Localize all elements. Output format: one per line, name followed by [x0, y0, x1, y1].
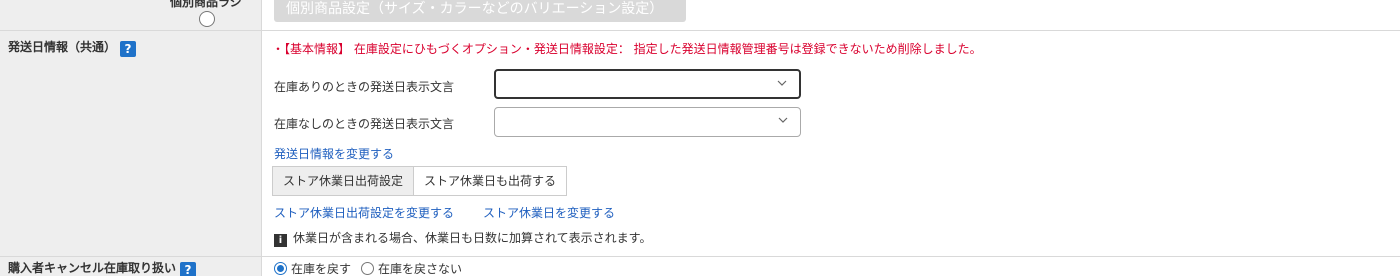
holiday-info: i 休業日が含まれる場合、休業日も日数に加算されて表示されます。: [274, 229, 651, 247]
chevron-down-icon: [778, 117, 788, 123]
holiday-shipping-value: ストア休業日も出荷する: [414, 167, 567, 195]
cancel-value-cell: 在庫を戻す 在庫を戻さない: [262, 257, 1400, 276]
variation-row: 個別商品ラジ 個別商品設定（サイズ・カラーなどのバリエーション設定）: [0, 0, 1400, 31]
variation-label-cell: 個別商品ラジ: [0, 0, 262, 30]
shipping-value-cell: ・【基本情報】 在庫設定にひもづくオプション・発送日情報設定： 指定した発送日情…: [262, 31, 1400, 256]
out-stock-select[interactable]: [494, 107, 801, 137]
holiday-shipping-key: ストア休業日出荷設定: [273, 167, 415, 195]
variation-settings-button[interactable]: 個別商品設定（サイズ・カラーなどのバリエーション設定）: [274, 0, 686, 22]
cancel-label-wrap: 購入者キャンセル在庫取り扱い?: [8, 259, 197, 276]
cancel-radio-group: 在庫を戻す 在庫を戻さない: [274, 260, 472, 276]
shipping-info-row: 発送日情報（共通）? ・【基本情報】 在庫設定にひもづくオプション・発送日情報設…: [0, 31, 1400, 257]
shipping-label: 発送日情報（共通）: [8, 40, 117, 54]
return-stock-radio[interactable]: [274, 262, 287, 275]
no-return-stock-radio[interactable]: [361, 262, 375, 275]
info-icon: i: [274, 234, 287, 247]
no-return-stock-label[interactable]: 在庫を戻さない: [378, 260, 462, 276]
change-shipping-link[interactable]: 発送日情報を変更する: [274, 145, 394, 162]
in-stock-label: 在庫ありのときの発送日表示文言: [274, 80, 455, 94]
cancel-stock-row: 購入者キャンセル在庫取り扱い? 在庫を戻す 在庫を戻さない: [0, 257, 1400, 276]
holiday-shipping-box: ストア休業日出荷設定 ストア休業日も出荷する: [272, 166, 568, 196]
holiday-info-text: 休業日が含まれる場合、休業日も日数に加算されて表示されます。: [293, 231, 652, 245]
cancel-label-cell: 購入者キャンセル在庫取り扱い?: [0, 257, 262, 276]
shipping-label-cell: 発送日情報（共通）?: [0, 31, 262, 256]
in-stock-select[interactable]: [494, 69, 801, 99]
error-message: ・【基本情報】 在庫設定にひもづくオプション・発送日情報設定： 指定した発送日情…: [272, 42, 982, 56]
help-icon[interactable]: ?: [180, 262, 197, 276]
change-holiday-shipping-link[interactable]: ストア休業日出荷設定を変更する: [274, 204, 454, 221]
shipping-label-wrap: 発送日情報（共通）?: [8, 38, 137, 57]
chevron-down-icon: [777, 80, 787, 86]
return-stock-label[interactable]: 在庫を戻す: [291, 260, 351, 276]
variation-radio[interactable]: [199, 11, 215, 27]
variation-label: 個別商品ラジ: [170, 0, 242, 9]
help-icon[interactable]: ?: [120, 41, 137, 57]
out-stock-label: 在庫なしのときの発送日表示文言: [274, 117, 455, 131]
cancel-label: 購入者キャンセル在庫取り扱い: [8, 261, 177, 275]
change-holidays-link[interactable]: ストア休業日を変更する: [483, 204, 615, 221]
variation-value-cell: 個別商品設定（サイズ・カラーなどのバリエーション設定）: [262, 0, 1400, 30]
